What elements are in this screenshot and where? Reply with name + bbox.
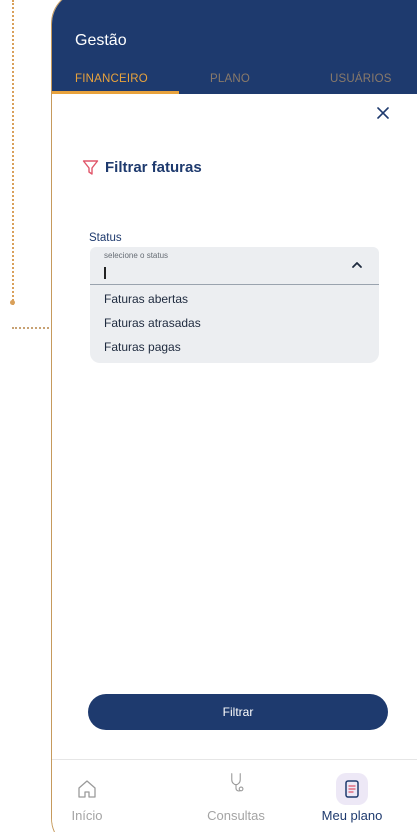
select-placeholder: selecione o status — [104, 251, 169, 260]
filter-heading: Filtrar faturas — [82, 159, 202, 176]
nav-item-meu-plano[interactable]: Meu plano — [302, 760, 402, 830]
phone-frame: Gestão FINANCEIRO PLANO USUÁRIOS Filtrar… — [51, 0, 417, 832]
option-faturas-pagas[interactable]: Faturas pagas — [104, 340, 181, 354]
filter-submit-button[interactable]: Filtrar — [88, 694, 388, 730]
tab-financeiro[interactable]: FINANCEIRO — [75, 73, 148, 85]
filter-title: Filtrar faturas — [105, 159, 202, 176]
option-faturas-abertas[interactable]: Faturas abertas — [104, 292, 188, 306]
status-dropdown: Faturas abertas Faturas atrasadas Fatura… — [90, 285, 379, 363]
nav-label-consultas: Consultas — [207, 808, 265, 823]
tab-usuarios[interactable]: USUÁRIOS — [330, 73, 392, 85]
filter-icon — [82, 160, 99, 175]
nav-item-consultas[interactable]: Consultas — [186, 760, 286, 830]
page-title: Gestão — [75, 32, 127, 49]
close-icon — [377, 107, 389, 119]
status-select[interactable]: selecione o status — [90, 247, 379, 285]
stethoscope-icon — [231, 773, 244, 792]
status-label: Status — [89, 232, 122, 244]
nav-label-inicio: Início — [71, 808, 103, 823]
nav-label-meu-plano: Meu plano — [321, 808, 383, 823]
decorative-dot — [10, 300, 15, 305]
active-tab-indicator — [52, 91, 179, 94]
screen-canvas: Gestão FINANCEIRO PLANO USUÁRIOS Filtrar… — [0, 0, 417, 832]
option-faturas-atrasadas[interactable]: Faturas atrasadas — [104, 316, 201, 330]
text-cursor — [104, 267, 106, 279]
app-header: Gestão FINANCEIRO PLANO USUÁRIOS — [52, 0, 417, 94]
tab-plano[interactable]: PLANO — [210, 73, 250, 85]
decorative-dotted-line-vertical — [12, 0, 14, 305]
home-icon — [78, 780, 96, 798]
close-button[interactable] — [374, 104, 392, 122]
bottom-navigation: Início Consultas Meu plano — [52, 759, 417, 832]
document-icon — [345, 780, 359, 798]
chevron-up-icon[interactable] — [351, 260, 363, 270]
nav-item-inicio[interactable]: Início — [52, 760, 137, 830]
